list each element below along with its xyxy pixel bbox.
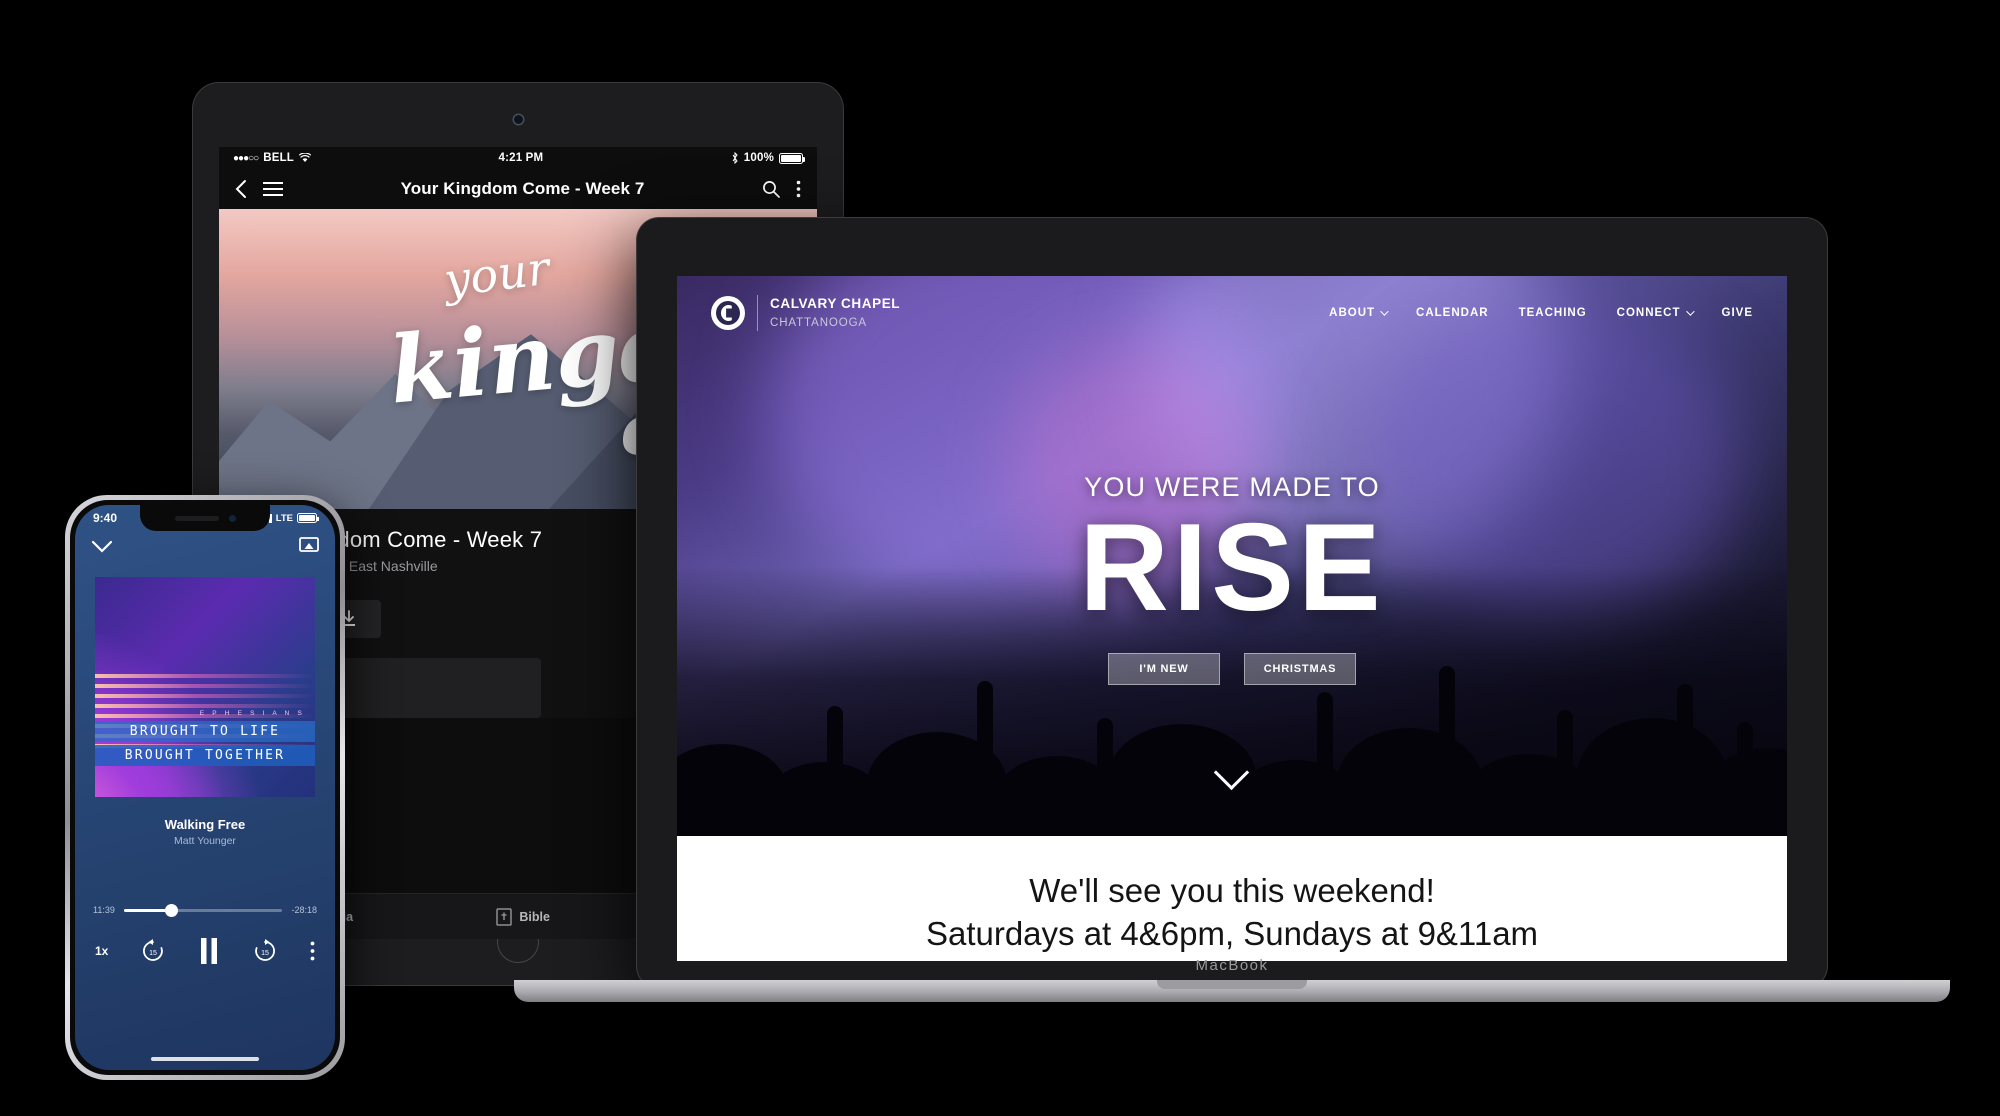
site-navigation: ABOUT CALENDAR TEACHING CONNECT GIVE [1329,307,1753,319]
signal-dots-icon: ●●●○○ [233,152,259,164]
logo-line-1: CALVARY CHAPEL [770,296,901,312]
logo-line-2: CHATTANOOGA [770,317,868,329]
back-chevron-icon[interactable] [235,179,247,199]
christmas-button[interactable]: CHRISTMAS [1244,653,1356,686]
phone-artwork-wrap: E P H E S I A N S BROUGHT TO LIFE BROUGH… [75,555,335,797]
wifi-icon [299,153,312,162]
website-header: CALVARY CHAPEL CHATTANOOGA ABOUT CALENDA… [677,276,1787,350]
nav-item-teaching[interactable]: TEACHING [1519,307,1587,319]
nav-label: CALENDAR [1416,307,1489,319]
airplay-icon[interactable] [299,537,319,555]
tablet-status-bar: ●●●○○ BELL 4:21 PM 100% [219,147,817,169]
search-icon[interactable] [762,180,780,198]
website-hero-section: CALVARY CHAPEL CHATTANOOGA ABOUT CALENDA… [677,276,1787,836]
forward-15-icon[interactable]: 15 [252,938,278,964]
artwork-text: E P H E S I A N S BROUGHT TO LIFE BROUGH… [95,710,315,767]
phone-clock: 9:40 [93,511,118,525]
progress-bar[interactable] [123,903,283,917]
front-camera-icon [228,514,236,522]
battery-icon [297,513,319,523]
chevron-down-icon [1380,307,1389,316]
nav-label: GIVE [1721,307,1753,319]
weekend-heading-line-1: We'll see you this weekend! [1029,872,1435,909]
weekend-heading: We'll see you this weekend! Saturdays at… [677,870,1787,956]
track-title: Walking Free [164,817,246,832]
pause-icon[interactable] [198,937,220,965]
chevron-down-icon [1685,307,1695,316]
phone-device: 9:40 LTE E P H E S I A N S BROUGHT TO LI… [65,495,345,1080]
phone-track-info: Walking Free Matt Younger [75,817,335,847]
laptop-device: CALVARY CHAPEL CHATTANOOGA ABOUT CALENDA… [514,218,1950,1018]
playback-speed-button[interactable]: 1x [95,944,108,958]
bible-icon [496,907,513,926]
site-logo[interactable]: CALVARY CHAPEL CHATTANOOGA [711,295,900,331]
chevron-down-icon[interactable] [91,540,113,553]
tablet-nav-bar: Your Kingdom Come - Week 7 [219,169,817,209]
hero-headline: RISE [1079,499,1385,637]
laptop-screen: CALVARY CHAPEL CHATTANOOGA ABOUT CALENDA… [677,276,1787,961]
kebab-menu-icon[interactable] [796,180,801,198]
hero-copy: YOU WERE MADE TO RISE I'M NEW CHRISTMAS [677,472,1787,686]
phone-scrubber[interactable]: 11:39 -28:18 [75,903,335,917]
nav-item-connect[interactable]: CONNECT [1616,307,1695,319]
track-artist: Matt Younger [174,835,236,847]
carrier-label: BELL [263,152,295,164]
phone-notch [140,505,270,531]
tablet-nav-title: Your Kingdom Come - Week 7 [400,179,645,198]
hero-button-row: I'M NEW CHRISTMAS [677,653,1787,686]
svg-text:15: 15 [261,950,269,957]
phone-home-indicator [151,1057,259,1061]
tablet-camera-icon [514,115,523,124]
album-artwork: E P H E S I A N S BROUGHT TO LIFE BROUGH… [95,577,315,797]
phone-transport-controls: 1x 15 15 [75,937,335,965]
laptop-lid: CALVARY CHAPEL CHATTANOOGA ABOUT CALENDA… [637,218,1827,988]
phone-player-topbar [75,531,335,555]
nav-item-give[interactable]: GIVE [1722,307,1753,319]
hero-script-line-1: your [441,240,553,308]
tab-label: Bible [519,909,550,924]
elapsed-time: 11:39 [93,905,115,915]
kebab-menu-icon[interactable] [310,941,315,961]
phone-screen: 9:40 LTE E P H E S I A N S BROUGHT TO LI… [75,505,335,1070]
im-new-button[interactable]: I'M NEW [1108,653,1220,686]
hamburger-icon[interactable] [263,181,283,197]
calvary-c-logo-icon [711,296,745,330]
battery-icon [779,152,805,164]
weekend-heading-line-2: Saturdays at 4&6pm, Sundays at 9&11am [925,914,1539,952]
tab-bible[interactable]: Bible [496,907,550,926]
artwork-line-1: BROUGHT TO LIFE [95,721,315,743]
svg-text:15: 15 [149,950,157,957]
nav-item-about[interactable]: ABOUT [1329,307,1389,319]
artwork-line-2: BROUGHT TOGETHER [95,745,315,767]
nav-label: CONNECT [1616,307,1681,319]
website-info-section: We'll see you this weekend! Saturdays at… [677,836,1787,961]
battery-percent-label: 100% [743,152,774,164]
earpiece-speaker [174,515,219,521]
progress-knob[interactable] [164,903,178,917]
nav-label: TEACHING [1518,307,1587,319]
artwork-series-label: E P H E S I A N S [199,710,305,718]
network-label: LTE [275,512,293,524]
nav-item-calendar[interactable]: CALENDAR [1416,307,1489,319]
laptop-base [514,980,1950,1002]
tablet-clock: 4:21 PM [498,152,544,164]
bluetooth-icon [732,152,738,164]
scroll-down-chevron-icon[interactable] [1215,754,1249,788]
replay-15-icon[interactable]: 15 [140,938,166,964]
remaining-time: -28:18 [291,905,317,915]
nav-label: ABOUT [1329,307,1376,319]
macbook-model-label: MacBook [1195,957,1269,974]
